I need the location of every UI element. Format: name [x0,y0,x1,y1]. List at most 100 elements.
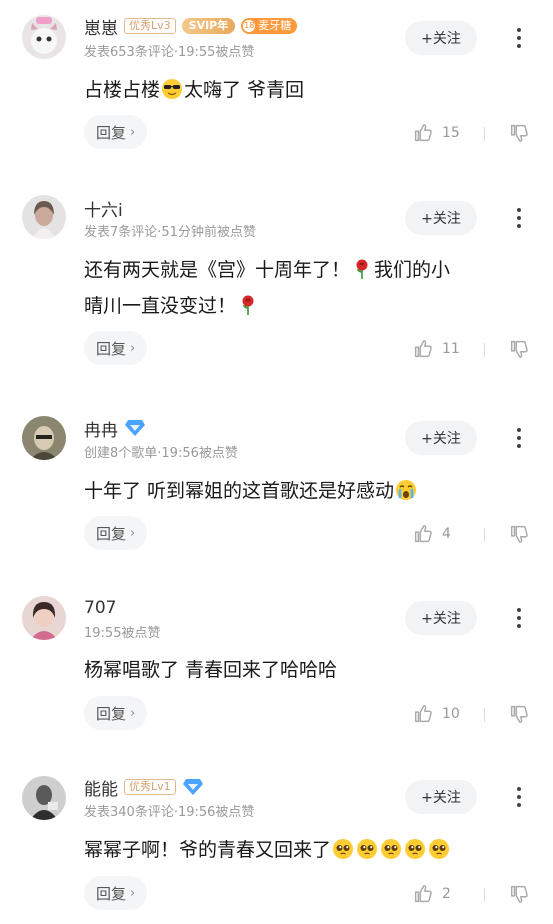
comment-meta: 发表340条评论·19:56被点赞 [84,805,255,820]
reply-label: 回复 [96,884,127,903]
cool-sunglasses-emoji-icon [161,78,183,100]
level-badge: 优秀Lv3 [124,18,176,34]
thumbs-up-icon [412,703,434,725]
avatar[interactable] [22,596,66,640]
like-count: 15 [442,125,460,141]
comment-text: 晴川一直没变过！ [84,295,237,317]
thumbs-up-icon [412,883,434,905]
thumbs-up-icon [412,122,434,144]
avatar[interactable] [22,776,66,820]
comment-text: 还有两天就是《宫》十周年了！ [84,259,351,281]
reply-label: 回复 [96,339,127,358]
diamond-vip-icon [124,419,146,437]
dislike-button[interactable] [508,879,530,909]
more-options-icon[interactable] [509,782,529,812]
follow-button[interactable]: +关注 [405,21,477,55]
more-options-icon[interactable] [509,603,529,633]
chevron-right-icon: › [130,340,136,356]
dislike-button[interactable] [508,699,530,729]
comment-item: 能能 优秀Lv1 发表340条评论·19:56被点赞 +关注 幂幂子啊！爷的青春… [0,762,553,924]
divider [484,127,485,141]
like-count: 11 [442,341,460,357]
reply-button[interactable]: 回复 › [84,876,148,910]
more-options-icon[interactable] [509,423,529,453]
comment-content: 占楼占楼 太嗨了 爷青回 [84,72,524,108]
pleading-emoji-icon [404,838,426,860]
username[interactable]: 十六i [84,196,123,221]
thumbs-up-icon [412,523,434,545]
reply-button[interactable]: 回复 › [84,331,148,365]
follow-button[interactable]: +关注 [405,780,477,814]
user-header: 能能 优秀Lv1 [84,775,204,800]
avatar[interactable] [22,15,66,59]
divider [484,528,485,542]
rose-emoji-icon [351,258,373,280]
like-count: 10 [442,706,460,722]
comment-content: 杨幂唱歌了 青春回来了哈哈哈 [84,659,338,681]
follow-button[interactable]: +关注 [405,421,477,455]
comment-meta: 发表653条评论·19:55被点赞 [84,45,255,60]
reply-button[interactable]: 回复 › [84,696,148,730]
user-header: 冉冉 [84,416,146,441]
comment-text: 幂幂子啊！爷的青春又回来了 [84,839,332,861]
thumbs-down-icon [508,703,530,725]
like-button[interactable]: 4 [412,519,451,549]
divider [484,343,485,357]
reply-button[interactable]: 回复 › [84,516,148,550]
like-count: 2 [442,886,451,902]
reply-button[interactable]: 回复 › [84,115,148,149]
like-button[interactable]: 2 [412,879,451,909]
reply-label: 回复 [96,704,127,723]
comment-meta: 创建8个歌单·19:56被点赞 [84,446,238,461]
comment-item: 十六i 发表7条评论·51分钟前被点赞 +关注 还有两天就是《宫》十周年了！ 我们… [0,180,553,402]
thumbs-down-icon [508,122,530,144]
comment-text: 十年了 听到幂姐的这首歌还是好感动 [84,480,395,502]
user-header: 十六i [84,196,123,221]
like-count: 4 [442,526,451,542]
divider [484,708,485,722]
username[interactable]: 707 [84,598,116,618]
thumbs-up-icon [412,338,434,360]
pleading-emoji-icon [356,838,378,860]
level-badge: 优秀Lv1 [124,779,176,795]
username[interactable]: 能能 [84,775,118,800]
svip-badge: SVIP年 [181,18,236,34]
follow-button[interactable]: +关注 [405,601,477,635]
chevron-right-icon: › [130,885,136,901]
chevron-right-icon: › [130,124,136,140]
avatar[interactable] [22,416,66,460]
follow-button[interactable]: +关注 [405,201,477,235]
reply-label: 回复 [96,123,127,142]
user-header: 崽崽 优秀Lv3 SVIP年 18 麦牙糖 [84,14,298,39]
crying-emoji-icon [395,479,417,501]
like-button[interactable]: 10 [412,699,460,729]
fan-badge-level: 18 [243,20,256,32]
dislike-button[interactable] [508,118,530,148]
comment-text: 占楼占楼 [84,79,161,101]
comment-item: 冉冉 创建8个歌单·19:56被点赞 +关注 十年了 听到幂姐的这首歌还是好感动… [0,402,553,582]
pleading-emoji-icon [428,838,450,860]
username[interactable]: 崽崽 [84,14,118,39]
comment-content: 还有两天就是《宫》十周年了！ 我们的小 晴川一直没变过！ [84,252,524,324]
rose-emoji-icon [237,294,259,316]
comment-meta: 19:55被点赞 [84,626,161,641]
pleading-emoji-icon [332,838,354,860]
fan-badge: 18 麦牙糖 [241,18,298,34]
fan-badge-name: 麦牙糖 [258,19,292,32]
diamond-vip-icon [182,778,204,796]
username[interactable]: 冉冉 [84,416,118,441]
comment-meta: 发表7条评论·51分钟前被点赞 [84,225,256,240]
dislike-button[interactable] [508,519,530,549]
more-options-icon[interactable] [509,203,529,233]
comment-item: 707 19:55被点赞 +关注 杨幂唱歌了 青春回来了哈哈哈 回复 › 10 [0,582,553,762]
thumbs-down-icon [508,338,530,360]
like-button[interactable]: 11 [412,334,460,364]
reply-label: 回复 [96,524,127,543]
comment-text: 我们的小 [374,259,451,281]
dislike-button[interactable] [508,334,530,364]
like-button[interactable]: 15 [412,118,460,148]
thumbs-down-icon [508,523,530,545]
avatar[interactable] [22,195,66,239]
more-options-icon[interactable] [509,23,529,53]
divider [484,888,485,902]
